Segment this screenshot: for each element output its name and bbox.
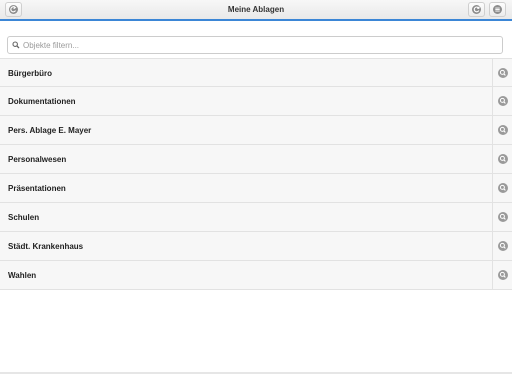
item-search-button[interactable]: [492, 203, 512, 231]
list-item[interactable]: Pers. Ablage E. Mayer: [0, 116, 512, 145]
item-search-button[interactable]: [492, 261, 512, 289]
list-item[interactable]: Wahlen: [0, 261, 512, 290]
search-icon: [12, 41, 20, 49]
list-item-label: Personalwesen: [8, 155, 67, 164]
item-search-button[interactable]: [492, 116, 512, 144]
list-item-label: Präsentationen: [8, 184, 66, 193]
magnifier-glyph: [499, 155, 506, 162]
list-item[interactable]: Personalwesen: [0, 145, 512, 174]
list-item-label: Bürgerbüro: [8, 69, 52, 78]
magnifier-glyph: [499, 184, 506, 191]
list-item[interactable]: Bürgerbüro: [0, 58, 512, 87]
filter-field[interactable]: [7, 36, 503, 54]
list-item-label: Dokumentationen: [8, 97, 76, 106]
menu-button[interactable]: [489, 2, 506, 17]
storage-list: Bürgerbüro Dokumentationen Pers. Ablage …: [0, 58, 512, 290]
list-item-label: Städt. Krankenhaus: [8, 242, 84, 251]
list-item-label: Wahlen: [8, 271, 37, 280]
magnifier-glyph: [499, 213, 506, 220]
item-search-button[interactable]: [492, 87, 512, 115]
filter-input[interactable]: [23, 38, 493, 52]
app-header: Meine Ablagen: [0, 0, 512, 21]
magnifier-glyph: [499, 126, 506, 133]
list-item[interactable]: Dokumentationen: [0, 87, 512, 116]
refresh-button[interactable]: [468, 2, 485, 17]
list-item-label: Pers. Ablage E. Mayer: [8, 126, 92, 135]
list-item[interactable]: Schulen: [0, 203, 512, 232]
item-search-button[interactable]: [492, 59, 512, 87]
item-search-button[interactable]: [492, 145, 512, 173]
list-item[interactable]: Städt. Krankenhaus: [0, 232, 512, 261]
page-title: Meine Ablagen: [227, 5, 285, 14]
magnifier-glyph: [499, 97, 506, 104]
refresh-glyph: [473, 6, 480, 13]
item-search-button[interactable]: [492, 232, 512, 260]
item-search-button[interactable]: [492, 174, 512, 202]
list-item-label: Schulen: [8, 213, 40, 222]
magnifier-glyph: [499, 271, 506, 278]
magnifier-glyph: [499, 242, 506, 249]
menu-glyph: [495, 7, 500, 12]
magnifier-glyph: [499, 69, 506, 76]
list-item[interactable]: Präsentationen: [0, 174, 512, 203]
